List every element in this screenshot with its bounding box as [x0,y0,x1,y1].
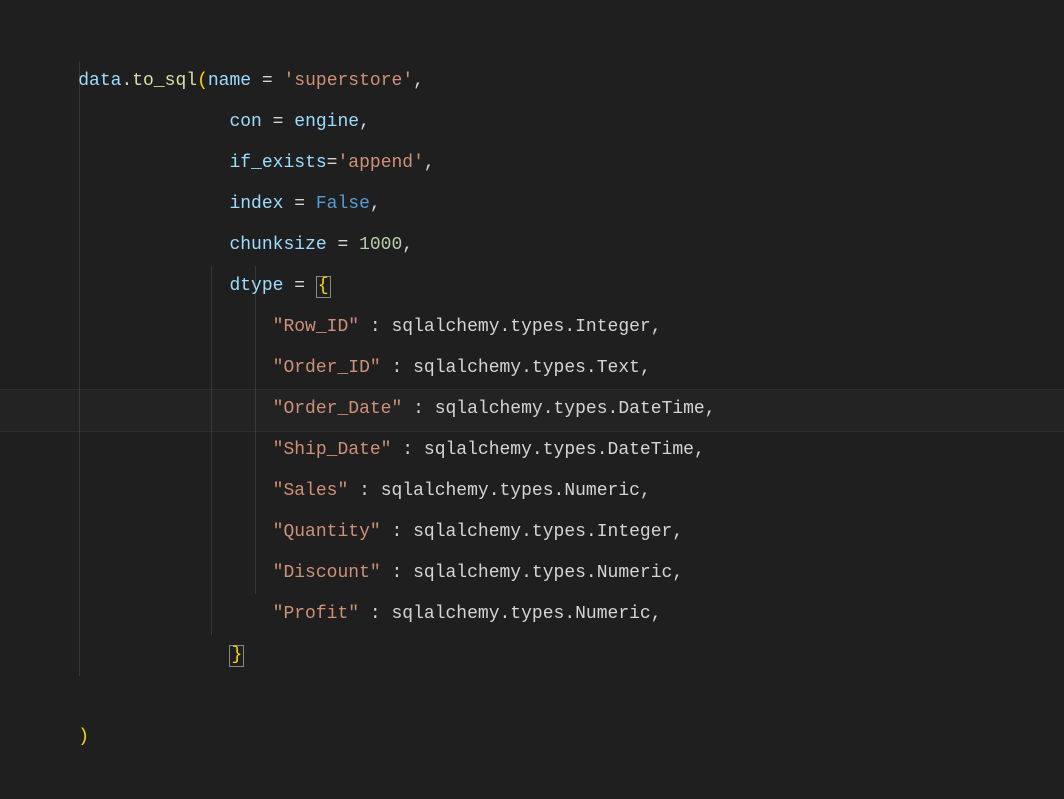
token-identifier: sqlalchemy.types.Numeric [413,563,672,583]
indent [78,235,229,255]
token-param: index [229,194,283,214]
token-param: name [208,71,251,91]
token-comma: , [694,440,705,460]
token-colon: : [359,317,391,337]
token-identifier: sqlalchemy.types.Integer [413,522,672,542]
token-string: "Discount" [273,563,381,583]
token-comma: , [640,358,651,378]
token-eq: = [283,194,315,214]
token-comma: , [640,481,651,501]
token-constant: False [316,194,370,214]
token-string: "Quantity" [273,522,381,542]
token-paren-close: ) [78,727,89,747]
indent-guide [255,266,256,594]
indent [78,522,272,542]
token-function: to_sql [132,71,197,91]
token-string: "Profit" [273,604,359,624]
indent [78,317,272,337]
token-colon: : [381,522,413,542]
token-identifier: sqlalchemy.types.Text [413,358,640,378]
matching-brace-open: { [316,276,331,298]
token-identifier: sqlalchemy.types.DateTime [424,440,694,460]
token-string: "Order_ID" [273,358,381,378]
token-comma: , [402,235,413,255]
token-colon: : [381,563,413,583]
indent [78,645,229,665]
token-string: 'append' [337,153,423,173]
token-eq: = [283,276,315,296]
token-identifier: sqlalchemy.types.Numeric [391,604,650,624]
token-colon: : [359,604,391,624]
token-colon: : [381,358,413,378]
token-comma: , [705,399,716,419]
indent [78,194,229,214]
token-colon: : [402,399,434,419]
token-param: chunksize [229,235,326,255]
token-string: "Order_Date" [273,399,403,419]
indent [78,604,272,624]
indent [78,358,272,378]
indent [78,112,229,132]
token-param: dtype [229,276,283,296]
token-colon: : [348,481,380,501]
indent [78,440,272,460]
token-identifier: sqlalchemy.types.Integer [391,317,650,337]
indent [78,481,272,501]
token-eq: = [327,153,338,173]
token-identifier: sqlalchemy.types.DateTime [435,399,705,419]
token-eq: = [251,71,283,91]
indent [78,563,272,583]
token-comma: , [672,522,683,542]
token-paren-open: ( [197,71,208,91]
token-number: 1000 [359,235,402,255]
token-comma: , [359,112,370,132]
code-line: ) [35,676,1064,717]
token-variable: data [78,71,121,91]
token-colon: : [391,440,423,460]
indent [78,153,229,173]
token-string: "Sales" [273,481,349,501]
code-editor[interactable]: data.to_sql(name = 'superstore', con = e… [0,0,1064,737]
token-comma: , [672,563,683,583]
token-comma: , [413,71,424,91]
token-string: "Row_ID" [273,317,359,337]
token-comma: , [424,153,435,173]
token-identifier: sqlalchemy.types.Numeric [381,481,640,501]
token-comma: , [651,317,662,337]
token-param: if_exists [229,153,326,173]
token-variable: engine [294,112,359,132]
token-eq: = [262,112,294,132]
token-string: "Ship_Date" [273,440,392,460]
token-comma: , [651,604,662,624]
token-comma: , [370,194,381,214]
matching-brace-close: } [229,645,244,667]
token-string: 'superstore' [284,71,414,91]
indent [78,399,272,419]
token-dot: . [121,71,132,91]
token-eq: = [327,235,359,255]
token-param: con [229,112,261,132]
indent [78,276,229,296]
code-line: data.to_sql(name = 'superstore', [35,20,1064,61]
